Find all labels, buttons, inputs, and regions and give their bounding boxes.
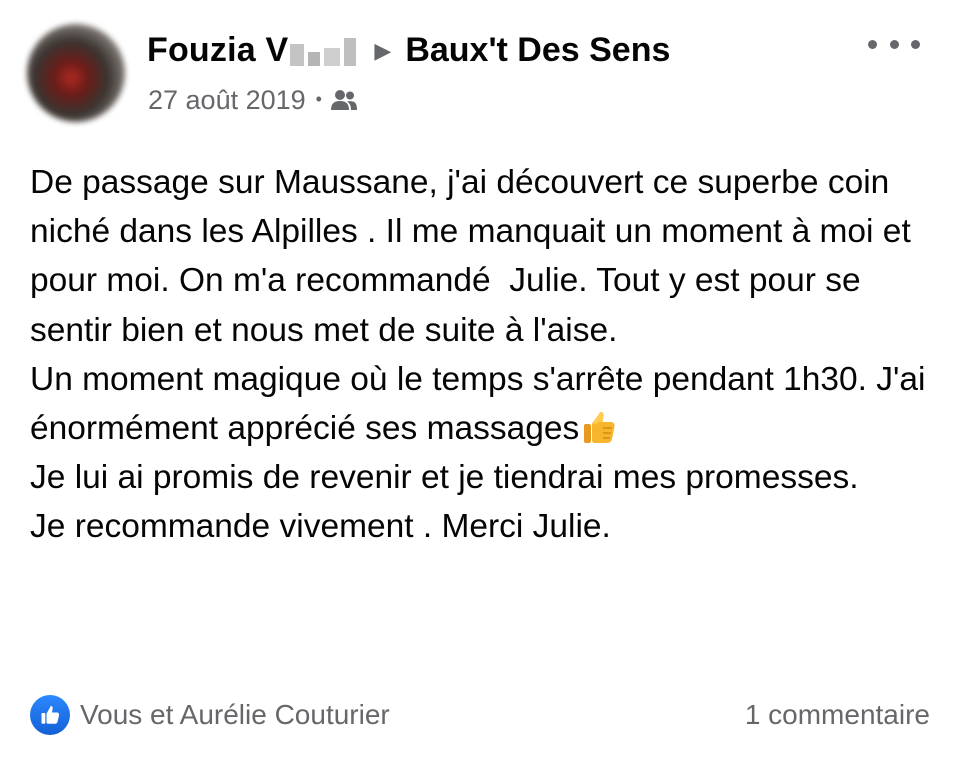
post-meta: 27 août 2019 • [148, 82, 358, 118]
post-date[interactable]: 27 août 2019 [148, 85, 306, 116]
post-paragraph: Je recommande vivement . Merci Julie. [30, 508, 611, 546]
post-paragraph: Je lui ai promis de revenir et je tiendr… [30, 459, 859, 497]
like-icon [30, 695, 70, 735]
post-paragraph-with-emoji: Un moment magique où le temps s'arrête p… [30, 355, 940, 453]
meta-separator: • [315, 88, 322, 109]
facebook-post: Fouzia V ▶ Baux't Des Sens 27 août 2019 … [0, 0, 960, 764]
post-body: De passage sur Maussane, j'ai découvert … [30, 158, 940, 552]
reactions-text: Vous et Aurélie Couturier [80, 699, 390, 730]
post-footer: Vous et Aurélie Couturier 1 commentaire [30, 692, 930, 738]
author-name[interactable]: Fouzia V [147, 31, 288, 70]
thumbs-up-emoji-icon [584, 412, 615, 444]
author-avatar[interactable] [27, 24, 125, 122]
group-name[interactable]: Baux't Des Sens [405, 31, 670, 70]
censored-name-blur [290, 34, 357, 66]
more-options-button[interactable] [868, 30, 920, 58]
post-paragraph: De passage sur Maussane, j'ai découvert … [30, 164, 921, 349]
group-icon [330, 90, 357, 110]
triangle-right-icon: ▶ [374, 38, 392, 63]
comments-count[interactable]: 1 commentaire [745, 692, 930, 738]
post-header: Fouzia V ▶ Baux't Des Sens [147, 28, 670, 72]
reactions-summary[interactable]: Vous et Aurélie Couturier [30, 692, 390, 738]
more-horizontal-icon [868, 39, 877, 49]
post-paragraph: Un moment magique où le temps s'arrête p… [30, 360, 935, 448]
